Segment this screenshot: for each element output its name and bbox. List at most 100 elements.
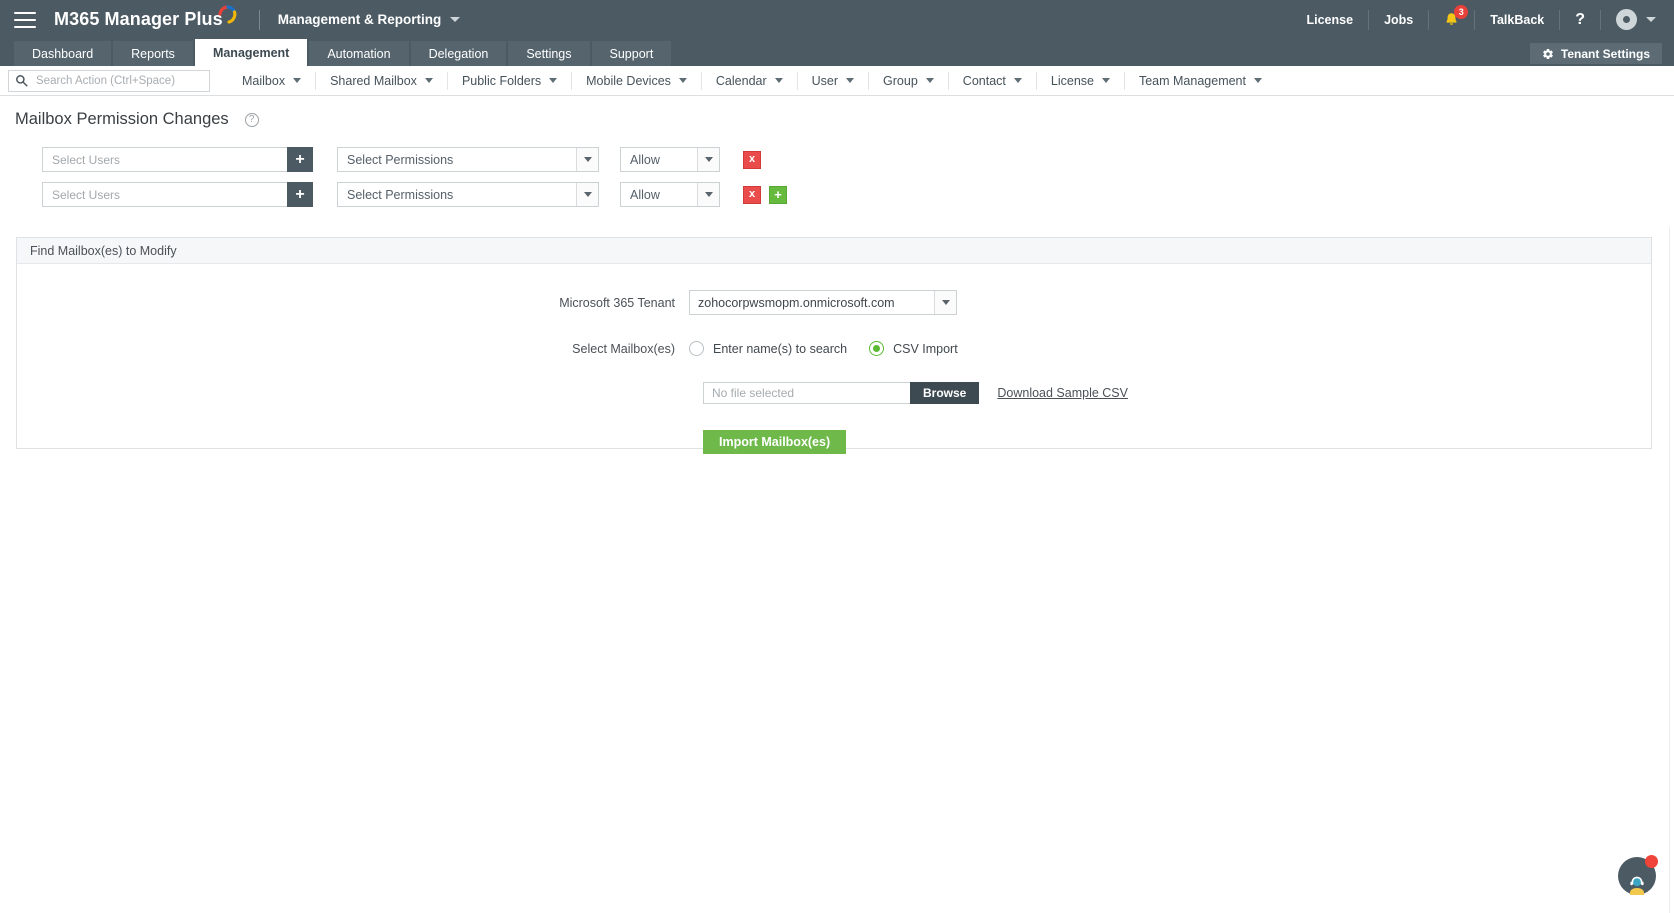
- page-root: M365 Manager Plus Management & Reporting…: [0, 0, 1674, 913]
- tab-management[interactable]: Management: [194, 39, 308, 66]
- chevron-down-icon: [1101, 78, 1110, 83]
- subnav-item-mailbox[interactable]: Mailbox: [228, 71, 317, 90]
- chevron-down-icon: [1254, 78, 1262, 83]
- header-notifications-button[interactable]: 3: [1429, 4, 1476, 30]
- page-title: Mailbox Permission Changes: [15, 110, 229, 128]
- page-title-row: Mailbox Permission Changes ?: [0, 96, 1674, 141]
- select-users-field[interactable]: Select Users +: [42, 147, 313, 172]
- search-icon: [15, 74, 28, 87]
- module-selector[interactable]: Management & Reporting: [278, 12, 461, 27]
- sub-nav-bar: Mailbox Shared Mailbox Public Folders Mo…: [0, 66, 1674, 96]
- chevron-down-icon: [846, 78, 855, 83]
- select-permissions-dropdown[interactable]: Select Permissions: [337, 182, 599, 207]
- import-mailboxes-button[interactable]: Import Mailbox(es): [703, 430, 847, 454]
- tab-dashboard[interactable]: Dashboard: [14, 41, 112, 66]
- user-menu-chevron-icon: [1646, 17, 1656, 22]
- tenant-dropdown-value: zohocorpwsmopm.onmicrosoft.com: [698, 295, 895, 310]
- chevron-down-icon: [678, 78, 687, 83]
- file-name-display: No file selected: [703, 382, 910, 404]
- tab-support[interactable]: Support: [591, 41, 672, 66]
- chevron-down-icon: [450, 17, 461, 22]
- tenant-settings-label: Tenant Settings: [1560, 46, 1650, 61]
- radio-button-icon: [689, 341, 704, 356]
- chevron-down-icon: [934, 291, 956, 314]
- tenant-dropdown[interactable]: zohocorpwsmopm.onmicrosoft.com: [689, 290, 957, 315]
- page-help-icon[interactable]: ?: [244, 112, 259, 127]
- header-license-label: License: [1306, 12, 1354, 27]
- tab-automation-label: Automation: [327, 46, 391, 61]
- module-selector-label: Management & Reporting: [277, 12, 442, 27]
- select-users-field[interactable]: Select Users +: [42, 182, 313, 207]
- subnav-mailbox-label: Mailbox: [242, 73, 286, 88]
- select-permissions-label: Select Permissions: [347, 187, 454, 202]
- vertical-scrollbar[interactable]: [1669, 227, 1674, 913]
- file-upload-row: No file selected Browse Download Sample …: [703, 382, 1651, 404]
- select-mailbox-row: Select Mailbox(es) Enter name(s) to sear…: [17, 341, 1651, 356]
- chevron-down-icon: [1013, 78, 1022, 83]
- support-chat-button[interactable]: [1618, 855, 1658, 895]
- radio-csv-import-label: CSV Import: [893, 341, 958, 356]
- tab-reports-label: Reports: [131, 46, 175, 61]
- subnav-item-shared-mailbox[interactable]: Shared Mailbox: [316, 71, 448, 90]
- chevron-down-icon: [697, 183, 719, 206]
- tab-settings[interactable]: Settings: [508, 41, 590, 66]
- tab-settings-label: Settings: [526, 46, 572, 61]
- header-talkback-label: TalkBack: [1490, 12, 1545, 27]
- select-users-add-button[interactable]: +: [287, 182, 313, 207]
- chevron-down-icon: [774, 78, 783, 83]
- tab-support-label: Support: [609, 46, 654, 61]
- download-sample-csv-link[interactable]: Download Sample CSV: [997, 386, 1128, 400]
- add-permission-row-button[interactable]: +: [769, 185, 787, 204]
- tenant-label: Microsoft 365 Tenant: [559, 295, 675, 310]
- select-mailbox-label: Select Mailbox(es): [572, 341, 675, 356]
- find-mailboxes-panel: Find Mailbox(es) to Modify Microsoft 365…: [16, 237, 1652, 454]
- subnav-item-contact[interactable]: Contact: [949, 71, 1037, 90]
- hamburger-icon[interactable]: [14, 11, 36, 28]
- chevron-down-icon: [925, 78, 934, 83]
- remove-permission-row-button[interactable]: x: [743, 185, 761, 204]
- remove-permission-row-button[interactable]: x: [743, 150, 761, 169]
- tab-delegation-label: Delegation: [428, 46, 489, 61]
- allow-deny-label: Allow: [630, 187, 660, 202]
- subnav-item-public-folders[interactable]: Public Folders: [448, 71, 573, 90]
- subnav-item-group[interactable]: Group: [869, 71, 949, 90]
- tab-management-label: Management: [212, 45, 290, 60]
- allow-deny-dropdown[interactable]: Allow: [620, 182, 720, 207]
- subnav-item-team-management[interactable]: Team Management: [1125, 72, 1276, 90]
- subnav-shared-mailbox-label: Shared Mailbox: [330, 73, 417, 88]
- radio-csv-import[interactable]: CSV Import: [869, 341, 958, 356]
- app-header: M365 Manager Plus Management & Reporting…: [0, 0, 1674, 39]
- header-help-button[interactable]: ?: [1560, 9, 1601, 30]
- import-row: Import Mailbox(es): [703, 430, 1651, 454]
- allow-deny-dropdown[interactable]: Allow: [620, 147, 720, 172]
- browse-button[interactable]: Browse: [910, 382, 980, 404]
- gear-icon: [1542, 48, 1554, 60]
- header-right-actions: License Jobs 3 TalkBack ?: [1292, 0, 1661, 39]
- radio-enter-names-label: Enter name(s) to search: [713, 341, 848, 356]
- header-talkback-link[interactable]: TalkBack: [1475, 9, 1561, 30]
- subnav-item-calendar[interactable]: Calendar: [702, 71, 798, 90]
- header-jobs-link[interactable]: Jobs: [1369, 9, 1430, 30]
- subnav-item-license[interactable]: License: [1037, 71, 1125, 90]
- subnav-license-label: License: [1050, 73, 1094, 88]
- subnav-item-user[interactable]: User: [798, 71, 870, 90]
- subnav-contact-label: Contact: [962, 73, 1006, 88]
- subnav-team-management-label: Team Management: [1138, 73, 1246, 88]
- search-action-box[interactable]: [8, 69, 210, 92]
- chevron-down-icon: [697, 148, 719, 171]
- tab-reports[interactable]: Reports: [113, 41, 193, 66]
- select-permissions-dropdown[interactable]: Select Permissions: [337, 147, 599, 172]
- tab-automation[interactable]: Automation: [309, 41, 409, 66]
- tab-delegation[interactable]: Delegation: [410, 41, 507, 66]
- chevron-down-icon: [576, 148, 598, 171]
- subnav-item-mobile-devices[interactable]: Mobile Devices: [572, 71, 702, 90]
- radio-enter-names[interactable]: Enter name(s) to search: [689, 341, 847, 356]
- header-license-link[interactable]: License: [1292, 9, 1370, 30]
- bell-icon: 3: [1444, 4, 1469, 28]
- header-user-menu[interactable]: [1601, 9, 1660, 39]
- search-input[interactable]: [34, 73, 203, 88]
- select-users-add-button[interactable]: +: [287, 147, 313, 172]
- permission-row: Select Users + Select Permissions Allow …: [42, 147, 1674, 172]
- main-tab-bar: Dashboard Reports Management Automation …: [0, 39, 1674, 66]
- tenant-settings-button[interactable]: Tenant Settings: [1529, 43, 1662, 64]
